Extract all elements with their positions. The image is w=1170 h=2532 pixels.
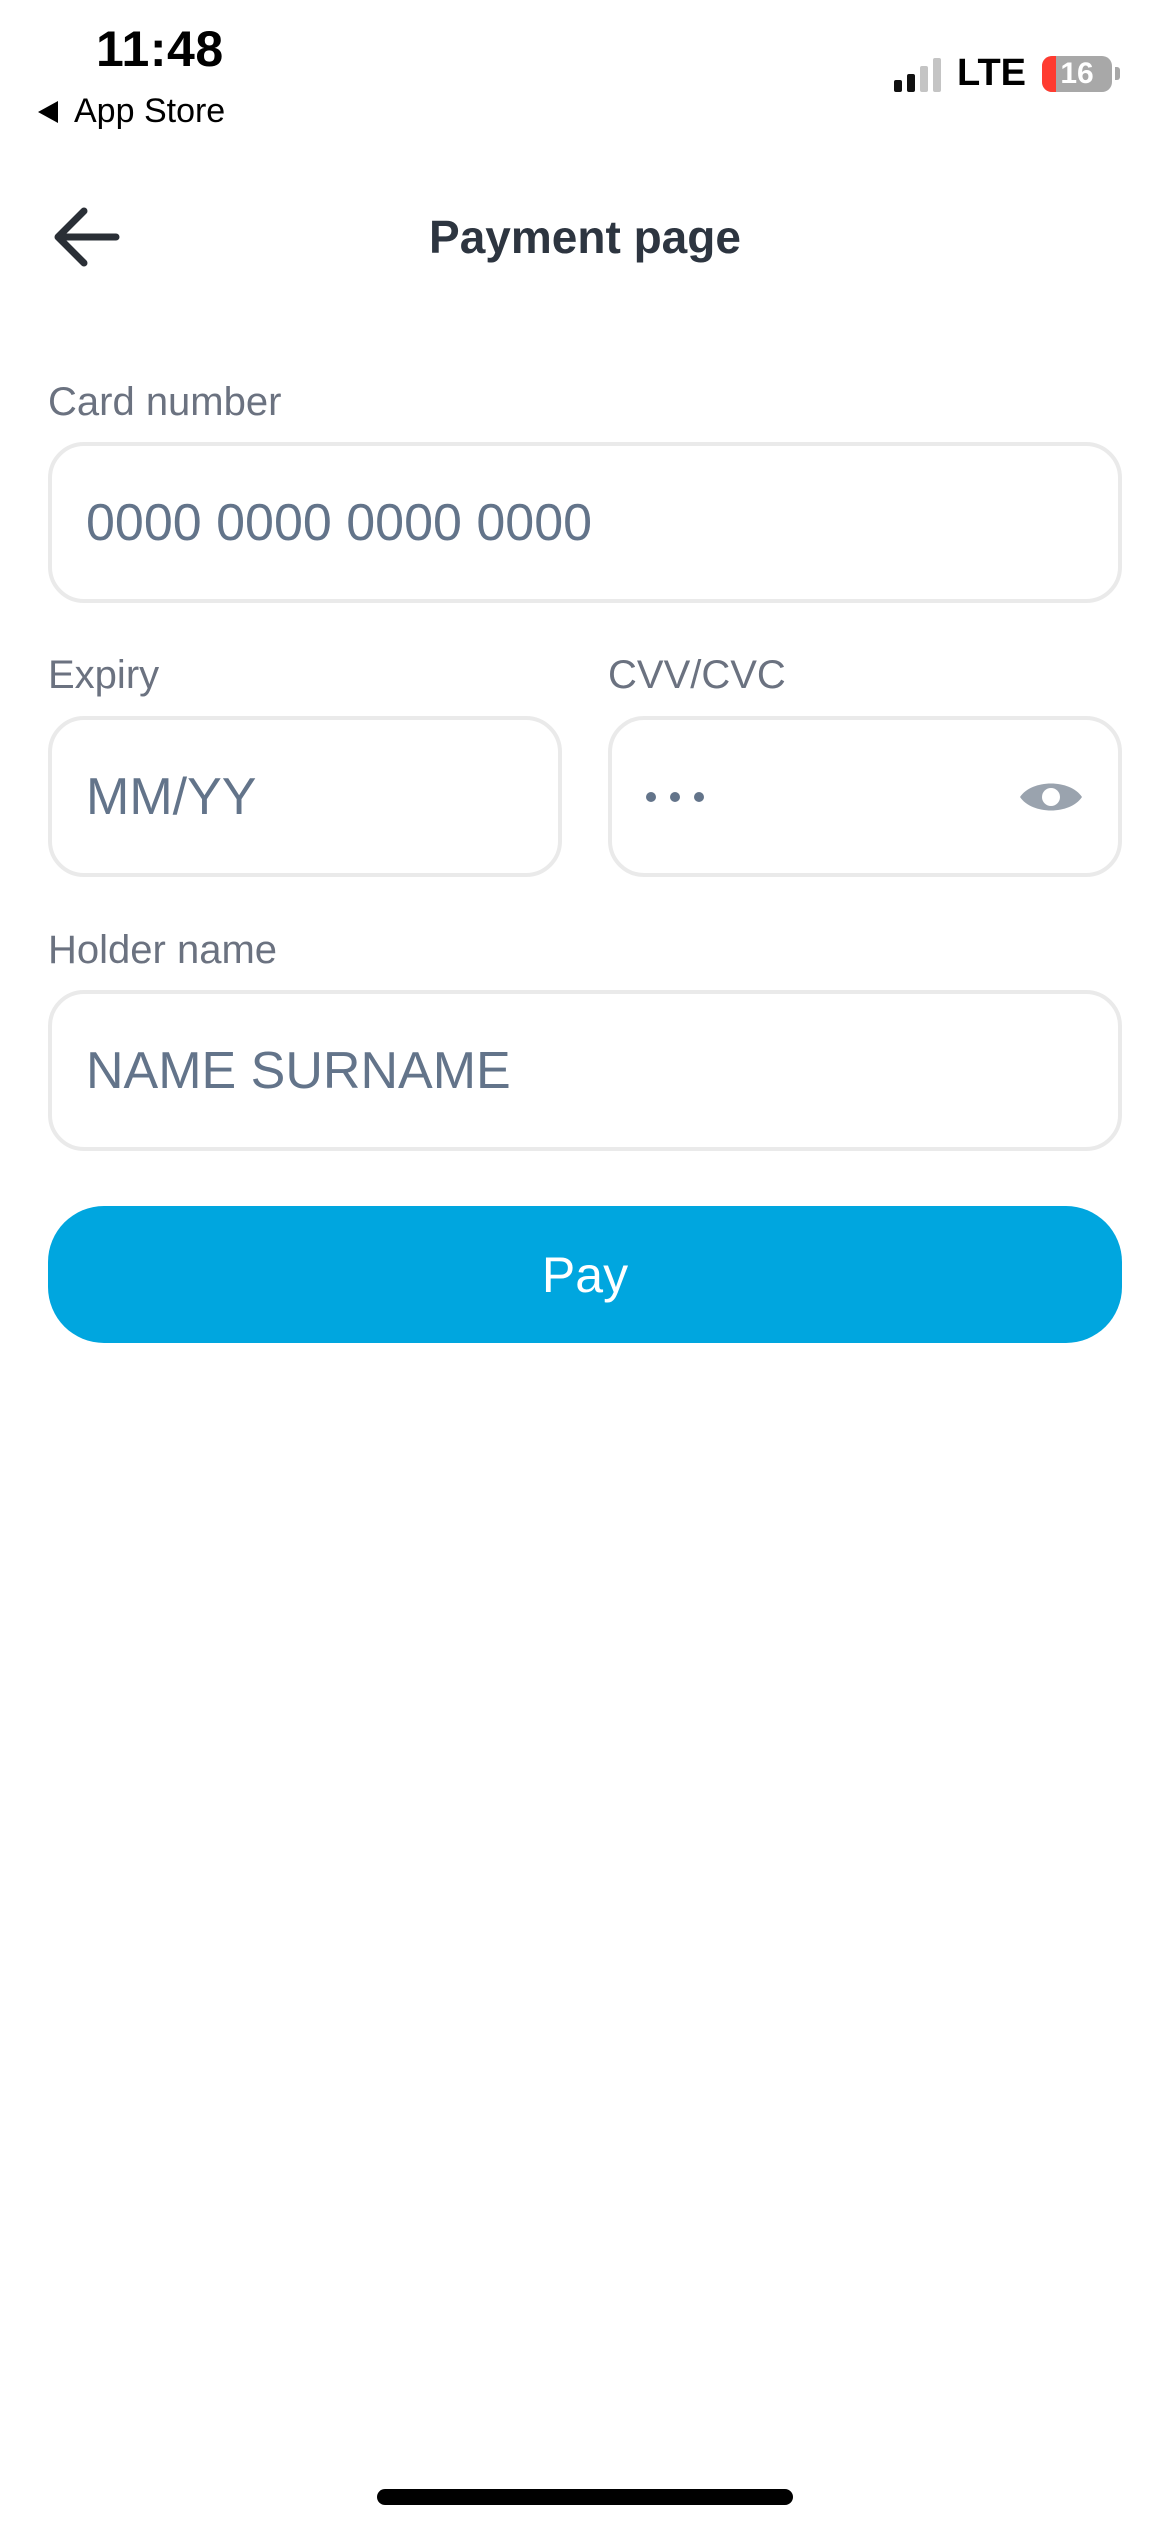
expiry-label: Expiry [48, 653, 160, 697]
home-indicator[interactable] [377, 2489, 793, 2505]
status-indicators: LTE 16 [894, 52, 1120, 95]
card-number-input[interactable] [86, 492, 1118, 553]
cvv-masked-value [646, 791, 704, 802]
back-app-label: App Store [74, 92, 226, 130]
back-triangle-icon [38, 100, 58, 123]
cellular-signal-icon [894, 56, 942, 92]
expiry-input[interactable] [86, 766, 558, 827]
payment-screen: 11:48 App Store LTE 16 Payment page Card… [0, 0, 1170, 2532]
page-title: Payment page [429, 211, 741, 263]
battery-icon: 16 [1042, 55, 1112, 92]
card-number-label: Card number [48, 380, 282, 424]
show-cvv-toggle[interactable] [1018, 775, 1084, 819]
expiry-field[interactable] [48, 716, 562, 877]
card-number-field[interactable] [48, 442, 1122, 603]
cvv-label: CVV/CVC [608, 653, 786, 697]
battery-percent: 16 [1060, 56, 1094, 90]
holder-name-input[interactable] [86, 1040, 1118, 1101]
cvv-field[interactable] [608, 716, 1122, 877]
eye-icon [1020, 783, 1082, 810]
network-type: LTE [957, 52, 1026, 94]
holder-name-field[interactable] [48, 990, 1122, 1151]
status-time: 11:48 [96, 21, 224, 77]
holder-name-label: Holder name [48, 928, 278, 972]
pay-button[interactable]: Pay [48, 1206, 1122, 1343]
back-to-app-link[interactable]: App Store [38, 92, 225, 131]
